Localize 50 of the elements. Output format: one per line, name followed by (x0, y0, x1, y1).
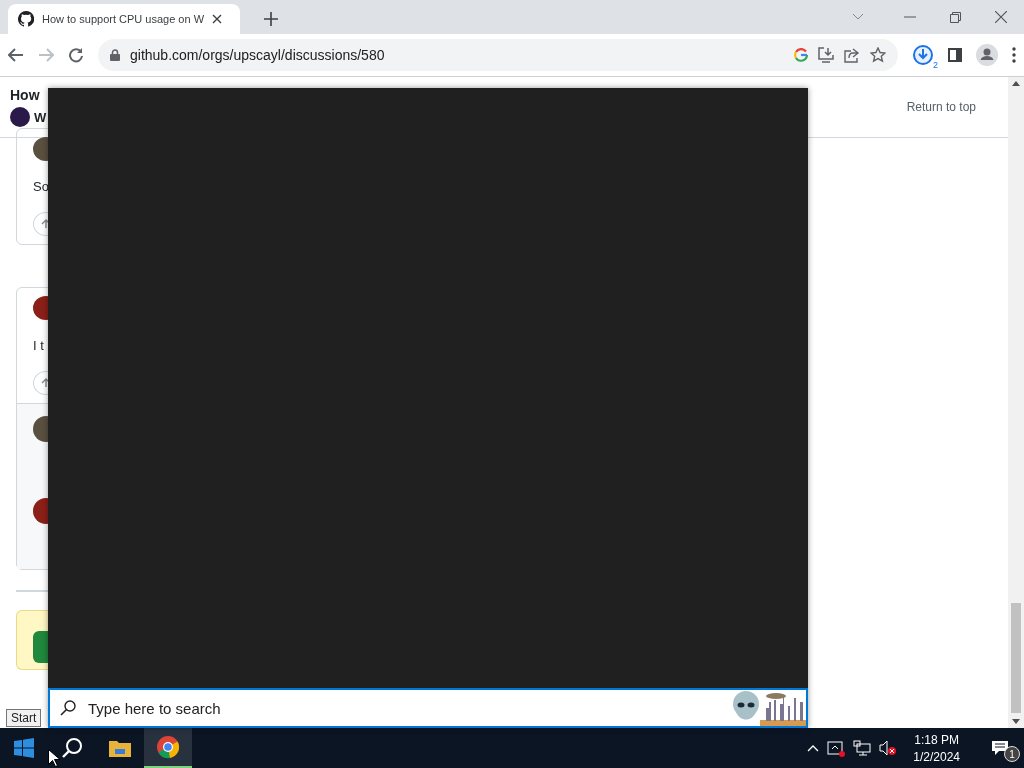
notification-icon (991, 740, 1009, 756)
windows-logo-icon (14, 738, 34, 758)
avatar (10, 107, 30, 127)
search-box[interactable]: Type here to search (48, 688, 808, 728)
return-to-top-link[interactable]: Return to top (906, 100, 976, 114)
network-icon[interactable] (853, 740, 872, 756)
tab-title: How to support CPU usage on W (42, 13, 205, 25)
share-icon[interactable] (844, 47, 860, 63)
cursor-icon (48, 749, 60, 767)
install-icon[interactable] (818, 47, 834, 63)
lock-icon (110, 49, 120, 61)
author-name: W (34, 109, 47, 125)
back-arrow-icon[interactable] (8, 48, 24, 62)
close-icon[interactable] (995, 11, 1007, 23)
plus-icon[interactable] (264, 12, 278, 26)
scrollbar[interactable] (1008, 77, 1024, 728)
download-count: 2 (933, 60, 938, 70)
speaker-muted-icon[interactable] (879, 740, 898, 756)
url-text: github.com/orgs/upscayl/discussions/580 (130, 47, 386, 63)
restore-icon[interactable] (950, 11, 961, 23)
comment-text: I t (33, 337, 45, 353)
scroll-up-icon[interactable] (1012, 81, 1020, 86)
sync-icon[interactable] (827, 739, 846, 757)
chevron-up-icon[interactable] (807, 744, 820, 752)
search-field[interactable]: Type here to search (86, 698, 720, 718)
scroll-down-icon[interactable] (1012, 719, 1020, 724)
notification-count: 1 (1004, 746, 1020, 762)
notifications-button[interactable]: 1 (976, 728, 1024, 768)
search-icon (61, 737, 83, 759)
star-icon[interactable] (870, 47, 886, 63)
clock[interactable]: 1:18 PM 1/2/2024 (905, 732, 968, 764)
browser-tab[interactable]: How to support CPU usage on W (8, 4, 240, 34)
github-icon (18, 11, 34, 27)
download-icon[interactable] (912, 44, 934, 66)
chevron-down-icon[interactable] (852, 13, 864, 21)
more-icon[interactable] (1012, 47, 1016, 63)
taskbar-app[interactable] (144, 728, 192, 768)
start-tooltip: Start (6, 709, 42, 727)
address-bar[interactable]: github.com/orgs/upscayl/discussions/580 (98, 39, 898, 71)
chrome-icon (156, 735, 180, 759)
scrollbar-thumb[interactable] (1011, 603, 1021, 713)
side-panel-icon[interactable] (948, 48, 962, 62)
profile-icon[interactable] (976, 44, 998, 66)
folder-icon (108, 738, 132, 758)
discussion-title: How (10, 87, 41, 103)
comment-text: So (33, 178, 50, 194)
reload-icon[interactable] (68, 47, 84, 63)
google-icon[interactable] (794, 48, 808, 62)
close-icon[interactable] (212, 14, 223, 24)
search-icon (60, 700, 76, 716)
